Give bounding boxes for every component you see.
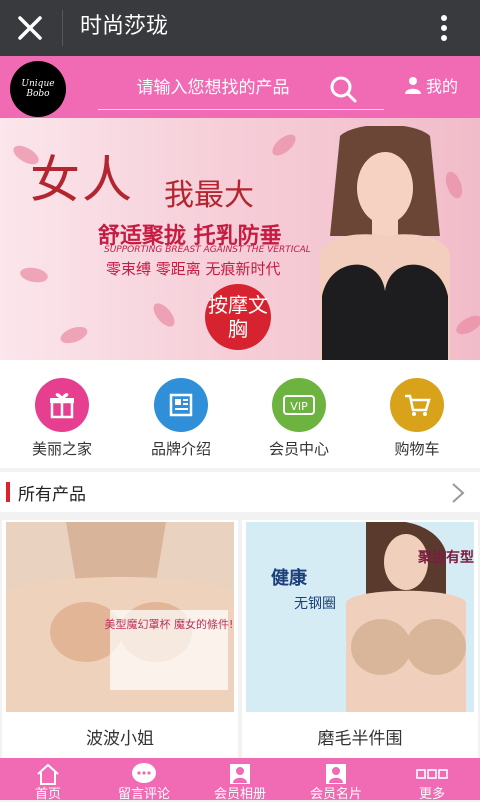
bottom-tab-bar: 首页 留言评论 会员相册 会员名片 更多	[0, 758, 480, 802]
brand-logo[interactable]: Unique Bobo	[10, 61, 66, 117]
banner-headline-suffix: 我最大	[164, 178, 254, 213]
search-box	[98, 64, 384, 110]
product-name: 磨毛半件围	[317, 729, 403, 749]
banner-slogan-en: SUPPORTING BREAST AGAINST THE VERTICAL	[104, 245, 311, 255]
tab-comments[interactable]: 留言评论	[96, 762, 192, 802]
title-bar: 时尚莎珑	[0, 0, 480, 56]
nav-item-brand-intro[interactable]: 品牌介绍	[121, 378, 241, 462]
search-header: Unique Bobo 我的	[0, 56, 480, 118]
section-title: 所有产品	[18, 485, 86, 505]
quick-nav: 美丽之家 品牌介绍 VIP 会员中心 购物车	[0, 360, 480, 468]
vip-icon: VIP	[272, 378, 326, 432]
banner-headline: 女人	[30, 151, 134, 209]
close-icon[interactable]	[14, 12, 46, 44]
nav-item-beauty-home[interactable]: 美丽之家	[2, 378, 122, 462]
product-promo-title: 美型魔幻罩杯 魔女的條件!	[105, 617, 234, 631]
svg-text:VIP: VIP	[290, 400, 308, 413]
nav-item-label: 美丽之家	[31, 440, 92, 458]
home-icon	[37, 763, 59, 785]
cart-icon	[390, 378, 444, 432]
banner-badge: 按摩文胸	[205, 284, 271, 350]
nav-item-label: 品牌介绍	[150, 440, 211, 458]
nav-item-cart[interactable]: 购物车	[357, 378, 477, 462]
page-title: 时尚莎珑	[80, 14, 169, 39]
title-separator	[62, 10, 63, 46]
product-promo-left: 健康	[271, 567, 308, 589]
chevron-right-icon	[452, 483, 465, 503]
more-icon	[416, 769, 448, 779]
banner-features: 零束缚 零距离 无痕新时代	[106, 260, 281, 278]
user-icon	[405, 77, 421, 94]
photo-icon	[230, 764, 250, 784]
tab-member-album[interactable]: 会员相册	[192, 762, 288, 802]
product-card[interactable]: 健康 无钢圈 聚拢有型 磨毛半件围	[242, 520, 478, 760]
section-marker	[6, 482, 10, 502]
contact-card-icon	[326, 764, 346, 784]
product-image: 健康 无钢圈 聚拢有型	[246, 522, 474, 712]
tab-more[interactable]: 更多	[384, 762, 480, 802]
petal-decoration	[149, 299, 179, 331]
tab-home[interactable]: 首页	[0, 762, 96, 802]
nav-item-member-center[interactable]: VIP 会员中心	[239, 378, 359, 462]
nav-item-label: 会员中心	[268, 440, 329, 458]
product-promo-left2: 无钢圈	[294, 596, 336, 612]
chat-icon	[132, 763, 156, 783]
product-card[interactable]: 美型魔幻罩杯 魔女的條件! 波波小姐	[2, 520, 238, 760]
newspaper-icon	[154, 378, 208, 432]
my-account-label: 我的	[426, 77, 459, 96]
product-name: 波波小姐	[86, 729, 154, 749]
more-options-icon[interactable]	[434, 10, 454, 46]
nav-item-label: 购物车	[394, 440, 440, 458]
product-image: 美型魔幻罩杯 魔女的條件!	[6, 522, 234, 712]
my-account-link[interactable]: 我的	[404, 72, 458, 98]
tab-member-card[interactable]: 会员名片	[288, 762, 384, 802]
promo-banner[interactable]: 女人 我最大 舒适聚拢 托乳防垂 SUPPORTING BREAST AGAIN…	[0, 118, 480, 360]
petal-decoration	[58, 323, 90, 347]
petal-decoration	[18, 265, 50, 285]
search-icon[interactable]	[328, 74, 358, 104]
search-input[interactable]	[98, 74, 328, 102]
banner-model-image	[320, 126, 450, 360]
all-products-header[interactable]: 所有产品	[0, 472, 480, 512]
gift-icon	[35, 378, 89, 432]
product-promo-right: 聚拢有型	[417, 549, 474, 566]
petal-decoration	[268, 130, 300, 160]
